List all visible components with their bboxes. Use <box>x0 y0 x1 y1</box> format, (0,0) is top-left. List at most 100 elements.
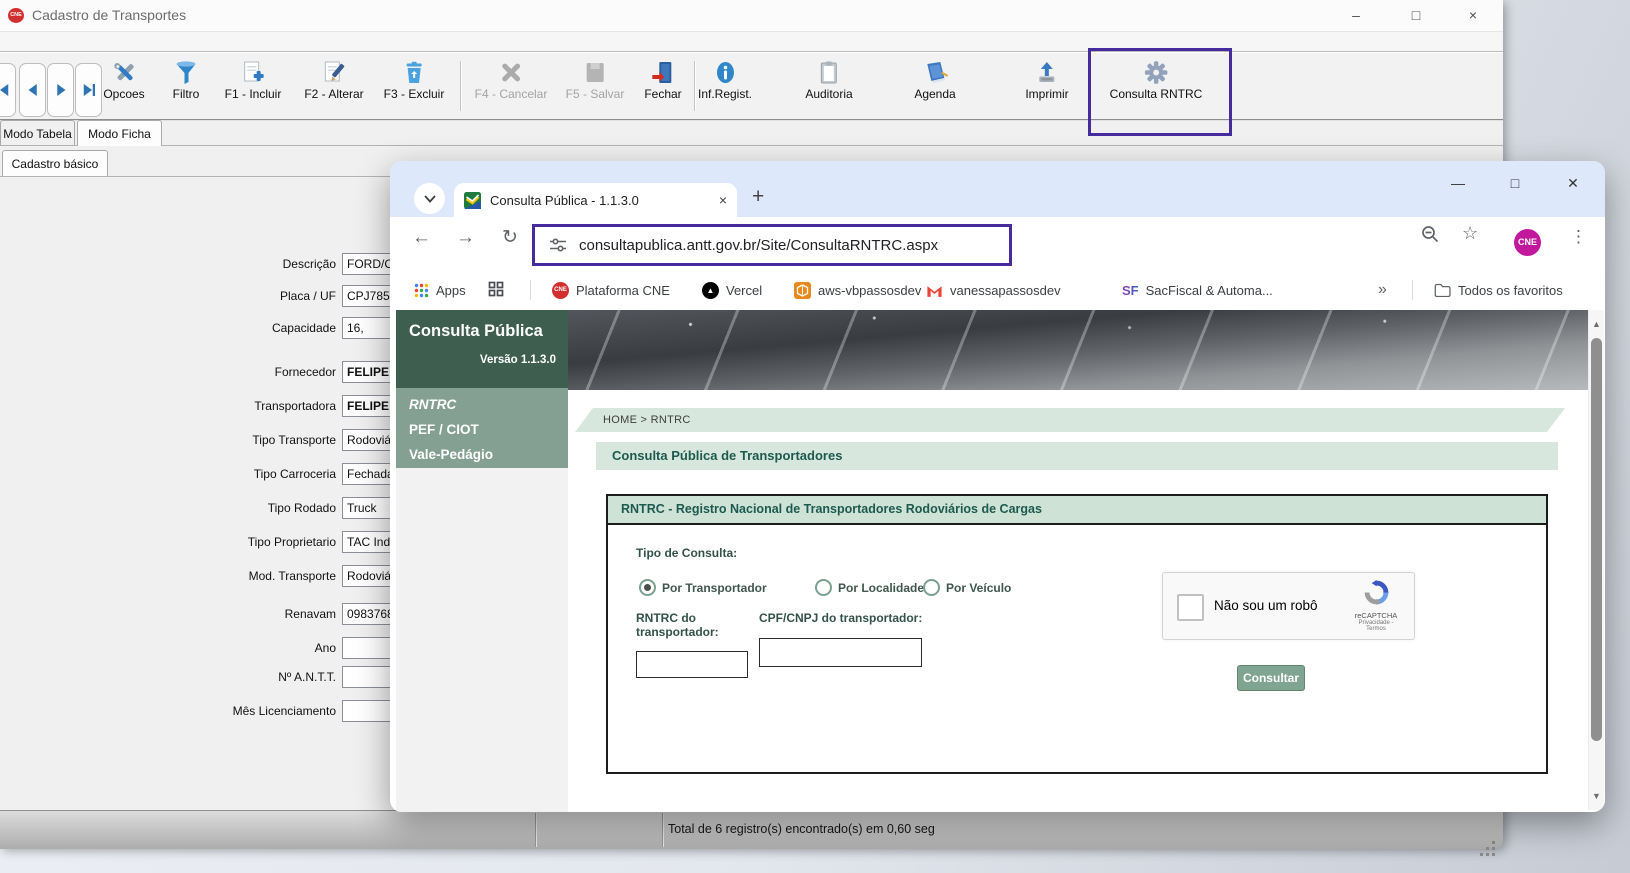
bookmark-aws[interactable]: aws-vbpassosdev <box>794 272 921 308</box>
bookmark-vercel[interactable]: ▲ Vercel <box>702 272 762 308</box>
excluir-button[interactable]: F3 - Excluir <box>384 57 445 101</box>
new-tab-button[interactable]: + <box>752 185 764 209</box>
bookmarks-separator <box>530 280 531 300</box>
aws-icon <box>794 282 811 299</box>
antt-favicon <box>464 192 481 209</box>
salvar-button-disabled: F5 - Salvar <box>566 57 625 101</box>
app-close-button[interactable]: × <box>1452 3 1494 28</box>
forward-icon[interactable]: → <box>456 227 475 249</box>
radio-por-veiculo[interactable] <box>923 579 940 596</box>
bookmark-sacfiscal[interactable]: SF SacFiscal & Automa... <box>1122 272 1273 308</box>
radio-por-transportador[interactable] <box>639 579 656 596</box>
filtro-button[interactable]: Filtro <box>173 57 200 101</box>
clipboard-icon <box>805 59 852 86</box>
alterar-button[interactable]: F2 - Alterar <box>304 57 363 101</box>
browser-tabstrip[interactable]: Consulta Pública - 1.1.3.0 × + — □ ✕ <box>390 161 1605 217</box>
document-add-icon <box>225 59 282 86</box>
tipo-consulta-label: Tipo de Consulta: <box>636 546 737 560</box>
app-titlebar[interactable]: CNE Cadastro de Transportes – □ × <box>0 0 1503 32</box>
sidebar-item-pef-ciot[interactable]: PEF / CIOT <box>396 417 568 442</box>
browser-tab[interactable]: Consulta Pública - 1.1.3.0 × <box>454 183 737 217</box>
opcoes-button[interactable]: Opcoes <box>103 57 144 101</box>
browser-close-button[interactable]: ✕ <box>1553 169 1593 197</box>
nav-first-button[interactable] <box>0 63 16 117</box>
inf-regist-button[interactable]: Inf.Regist. <box>698 57 752 101</box>
toolbar-separator <box>694 61 696 111</box>
back-icon[interactable]: ← <box>412 227 431 249</box>
bookmark-grid-shortcut[interactable] <box>488 272 504 308</box>
tab-modo-ficha[interactable]: Modo Ficha <box>77 120 162 146</box>
cne-icon: CNE <box>552 282 569 299</box>
site-title: Consulta Pública <box>396 310 568 341</box>
bookmark-apps[interactable]: Apps <box>414 272 466 308</box>
url-text[interactable]: consultapublica.antt.gov.br/Site/Consult… <box>579 237 938 254</box>
bookmark-all-favorites[interactable]: Todos os favoritos <box>1434 272 1563 308</box>
chevron-down-icon <box>424 195 436 203</box>
sidebar-item-vale-pedagio[interactable]: Vale-Pedágio <box>396 442 568 467</box>
bookmark-gmail[interactable]: vanessapassosdev <box>926 272 1061 308</box>
field-label: Transportadora <box>136 399 342 413</box>
gmail-icon <box>926 284 943 297</box>
recaptcha-links[interactable]: Privacidade - Termos <box>1348 620 1404 632</box>
site-settings-icon[interactable] <box>549 236 567 254</box>
page-scrollbar[interactable]: ▲ ▼ <box>1588 310 1604 810</box>
radio-label[interactable]: Por Veículo <box>946 581 1011 595</box>
bookmarks-overflow-chevron[interactable]: » <box>1378 272 1387 308</box>
reload-icon[interactable]: ↻ <box>502 226 518 249</box>
statusbar-message: Total de 6 registro(s) encontrado(s) em … <box>668 811 935 848</box>
browser-maximize-button[interactable]: □ <box>1495 169 1535 197</box>
grid-icon <box>488 281 504 300</box>
field-label: Capacidade <box>136 321 342 335</box>
rntrc-input[interactable] <box>636 651 748 678</box>
radio-label[interactable]: Por Localidade <box>838 581 924 595</box>
scroll-down-icon[interactable]: ▼ <box>1589 788 1604 804</box>
app-window-title: Cadastro de Transportes <box>32 7 186 23</box>
app-minimize-button[interactable]: – <box>1335 3 1377 28</box>
profile-avatar[interactable]: CNE <box>1514 229 1541 256</box>
page-title: Consulta Pública de Transportadores <box>596 442 1558 470</box>
app-menustrip <box>0 32 1503 52</box>
breadcrumb[interactable]: HOME > RNTRC <box>575 408 1565 432</box>
radio-por-localidade[interactable] <box>815 579 832 596</box>
browser-menu-icon[interactable]: ⋮ <box>1570 227 1587 247</box>
address-bar[interactable]: consultapublica.antt.gov.br/Site/Consult… <box>532 224 1012 266</box>
next-record-icon <box>52 81 70 99</box>
consulta-rntrc-highlight-box <box>1088 48 1232 136</box>
consultar-button[interactable]: Consultar <box>1237 665 1305 691</box>
nav-prev-button[interactable] <box>19 63 46 117</box>
agenda-button[interactable]: Agenda <box>914 57 955 101</box>
radio-label[interactable]: Por Transportador <box>662 581 767 595</box>
tab-modo-tabela[interactable]: Modo Tabela <box>0 120 75 146</box>
cancelar-button-disabled: F4 - Cancelar <box>475 57 548 101</box>
site-version: Versão 1.1.3.0 <box>396 354 568 366</box>
tab-search-chevron-button[interactable] <box>414 183 445 214</box>
field-label: Mês Licenciamento <box>136 704 342 718</box>
sidebar-item-rntrc[interactable]: RNTRC <box>396 392 568 417</box>
bookmark-star-icon[interactable]: ☆ <box>1462 223 1478 244</box>
site-sidebar-header: Consulta Pública Versão 1.1.3.0 <box>396 310 568 388</box>
app-logo-cne: CNE <box>8 8 24 23</box>
tab-cadastro-basico[interactable]: Cadastro básico <box>2 150 108 176</box>
document-edit-icon <box>304 59 363 86</box>
nav-last-button[interactable] <box>75 63 102 117</box>
scroll-up-icon[interactable]: ▲ <box>1589 316 1604 332</box>
resize-grip[interactable] <box>1492 841 1495 844</box>
fechar-button[interactable]: Fechar <box>644 57 681 101</box>
bookmarks-bar: Apps CNE Plataforma CNE ▲ Vercel aws-vbp… <box>390 272 1605 309</box>
scrollbar-thumb[interactable] <box>1591 338 1602 741</box>
incluir-button[interactable]: F1 - Incluir <box>225 57 282 101</box>
imprimir-button[interactable]: Imprimir <box>1025 57 1068 101</box>
nav-next-button[interactable] <box>47 63 74 117</box>
tab-close-icon[interactable]: × <box>719 192 727 208</box>
field-label: Tipo Transporte <box>136 433 342 447</box>
zoom-out-icon[interactable] <box>1420 224 1440 250</box>
recaptcha-checkbox[interactable] <box>1177 594 1204 621</box>
cpf-cnpj-input[interactable] <box>759 638 922 667</box>
cancel-x-icon <box>475 59 548 86</box>
statusbar-divider <box>662 813 664 847</box>
sidebar-spacer <box>396 468 568 812</box>
bookmark-plataforma-cne[interactable]: CNE Plataforma CNE <box>552 272 670 308</box>
auditoria-button[interactable]: Auditoria <box>805 57 852 101</box>
browser-minimize-button[interactable]: — <box>1438 169 1478 197</box>
app-maximize-button[interactable]: □ <box>1395 3 1437 28</box>
